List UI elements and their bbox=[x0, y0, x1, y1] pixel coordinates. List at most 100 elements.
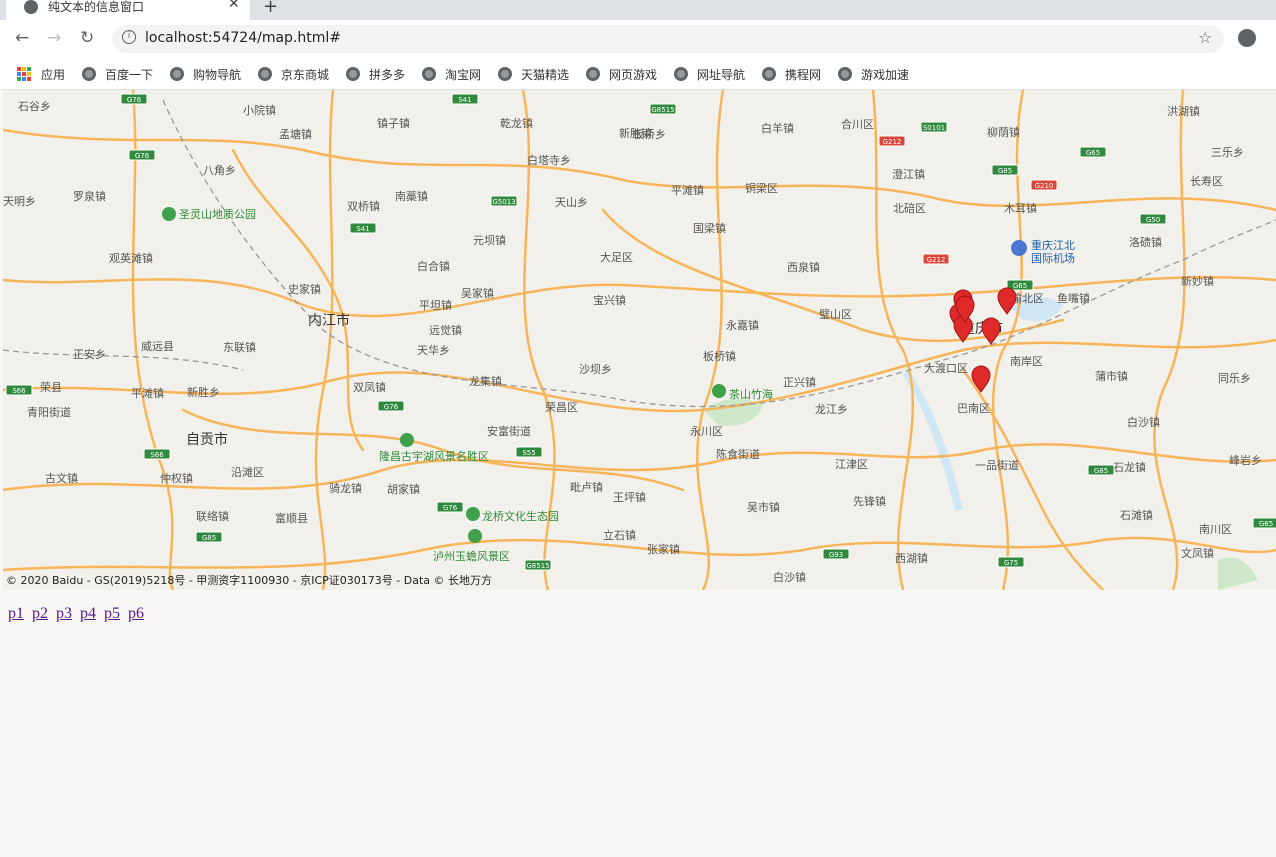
bookmark-label: 应用 bbox=[41, 67, 66, 82]
district-label: 荣县 bbox=[40, 381, 62, 394]
town-label: 新胜乡 bbox=[187, 385, 220, 399]
town-label: 文凤镇 bbox=[1181, 546, 1214, 560]
town-label: 双桥镇 bbox=[347, 199, 380, 213]
park-icon bbox=[468, 529, 482, 543]
town-labels: 小院镇孟塘镇八角乡罗泉镇观英滩镇 镇子镇 乾龙镇白塔寺乡天山乡 南藁镇双桥镇元坝镇白合… bbox=[3, 100, 1262, 584]
town-label: 天明乡 bbox=[3, 195, 36, 208]
city-label: 内江市 bbox=[308, 312, 350, 329]
town-label: 石龙镇 bbox=[1113, 460, 1146, 474]
globe-icon bbox=[346, 67, 360, 81]
town-label: 立石镇 bbox=[603, 528, 636, 542]
poi-label: 龙桥文化生态园 bbox=[482, 509, 559, 523]
link-p2[interactable]: p2 bbox=[32, 605, 48, 622]
town-label: 三乐乡 bbox=[1211, 146, 1244, 159]
town-label: 东联镇 bbox=[223, 340, 256, 354]
map-canvas[interactable]: 内江市 自贡市 重庆市 合川区 铜梁区 北碚区 大足区 璧山区 荣昌区 永川区 … bbox=[3, 90, 1276, 590]
svg-text:G50: G50 bbox=[1146, 216, 1160, 224]
bookmark-item[interactable]: 游戏加速 bbox=[838, 64, 909, 84]
town-label: 双凤镇 bbox=[353, 380, 386, 394]
forward-icon[interactable]: → bbox=[47, 28, 61, 48]
bookmark-item[interactable]: 购物导航 bbox=[170, 64, 241, 84]
town-label: 天华乡 bbox=[417, 343, 450, 357]
highway-network bbox=[3, 90, 1276, 590]
bookmark-apps[interactable]: 应用 bbox=[17, 64, 65, 84]
highway-shield: G76 bbox=[128, 149, 156, 161]
back-icon[interactable]: ← bbox=[15, 28, 29, 48]
highway-shield: G65 bbox=[1252, 517, 1276, 529]
town-label: 同乐乡 bbox=[1218, 372, 1251, 385]
bookmark-item[interactable]: 天猫精选 bbox=[498, 64, 569, 84]
town-label: 仲权镇 bbox=[160, 471, 193, 485]
town-label: 南藁镇 bbox=[395, 189, 428, 203]
town-label: 骑龙镇 bbox=[329, 481, 362, 495]
globe-icon bbox=[422, 67, 436, 81]
town-label: 平坦镇 bbox=[419, 298, 452, 312]
district-label: 江津区 bbox=[835, 458, 868, 471]
town-label: 正安乡 bbox=[73, 347, 106, 361]
link-p3[interactable]: p3 bbox=[56, 605, 72, 622]
town-label: 张家镇 bbox=[647, 542, 680, 556]
browser-toolbar: ← → ↻ i localhost:54724/map.html# ☆ bbox=[0, 20, 1276, 58]
star-icon[interactable]: ☆ bbox=[1198, 28, 1212, 47]
svg-text:G85: G85 bbox=[1094, 467, 1108, 475]
info-icon[interactable]: i bbox=[122, 30, 136, 44]
globe-icon bbox=[762, 67, 776, 81]
svg-text:G212: G212 bbox=[883, 138, 902, 146]
svg-text:G8515: G8515 bbox=[651, 106, 674, 114]
district-label: 南岸区 bbox=[1010, 355, 1043, 368]
globe-icon bbox=[258, 67, 272, 81]
highway-shield: G85 bbox=[1087, 464, 1115, 476]
highway-shield: S66 bbox=[143, 448, 171, 460]
bookmark-item[interactable]: 网页游戏 bbox=[586, 64, 657, 84]
town-label: 罗泉镇 bbox=[73, 189, 106, 203]
address-url[interactable]: localhost:54724/map.html# bbox=[145, 30, 341, 46]
bookmark-item[interactable]: 京东商城 bbox=[258, 64, 329, 84]
town-label: 天山乡 bbox=[555, 196, 588, 209]
town-label: 白合镇 bbox=[417, 259, 450, 273]
link-p6[interactable]: p6 bbox=[128, 605, 144, 622]
park-icon bbox=[400, 433, 414, 447]
profile-icon[interactable] bbox=[1238, 29, 1256, 47]
town-label: 宝兴镇 bbox=[593, 293, 626, 307]
bookmark-item[interactable]: 拼多多 bbox=[346, 64, 405, 84]
town-label: 平滩镇 bbox=[131, 386, 164, 400]
svg-text:S41: S41 bbox=[356, 225, 369, 233]
district-label: 璧山区 bbox=[819, 307, 852, 321]
plus-icon[interactable]: + bbox=[263, 0, 278, 17]
map-copyright: © 2020 Baidu - GS(2019)5218号 - 甲测资字11009… bbox=[6, 574, 493, 587]
town-label: 石谷乡 bbox=[18, 100, 51, 113]
bookmark-item[interactable]: 百度一下 bbox=[82, 64, 153, 84]
bookmark-item[interactable]: 携程网 bbox=[762, 64, 821, 84]
district-label: 威远县 bbox=[141, 340, 174, 353]
address-bar[interactable]: i localhost:54724/map.html# ☆ bbox=[112, 25, 1224, 53]
globe-icon bbox=[24, 0, 38, 14]
map-marker-pin-icon[interactable] bbox=[981, 317, 1001, 345]
active-tab[interactable]: 纯文本的信息窗口 ✕ bbox=[6, 0, 250, 20]
baidu-map[interactable]: 内江市 自贡市 重庆市 合川区 铜梁区 北碚区 大足区 璧山区 荣昌区 永川区 … bbox=[3, 90, 1276, 590]
park-icon bbox=[466, 507, 480, 521]
town-label: 观英滩镇 bbox=[109, 251, 153, 265]
bookmark-label: 游戏加速 bbox=[861, 67, 910, 82]
svg-text:G5013: G5013 bbox=[492, 198, 515, 206]
bookmark-item[interactable]: 淘宝网 bbox=[422, 64, 481, 84]
link-p5[interactable]: p5 bbox=[104, 605, 120, 622]
highway-shield: G75 bbox=[997, 556, 1025, 568]
town-label: 鱼嘴镇 bbox=[1057, 291, 1090, 305]
district-label: 北碚区 bbox=[893, 201, 926, 215]
bookmark-label: 网页游戏 bbox=[609, 67, 658, 82]
globe-icon bbox=[838, 67, 852, 81]
poi-label: 隆昌古宇湖风景名胜区 bbox=[379, 449, 489, 463]
town-label: 青阳街道 bbox=[27, 405, 71, 419]
close-tab-icon[interactable]: ✕ bbox=[228, 0, 240, 12]
bookmark-item[interactable]: 网址导航 bbox=[674, 64, 745, 84]
town-label: 西湖镇 bbox=[895, 551, 928, 565]
reload-icon[interactable]: ↻ bbox=[80, 28, 94, 48]
link-p1[interactable]: p1 bbox=[8, 605, 24, 622]
apps-grid-icon bbox=[17, 67, 31, 81]
town-label: 白羊镇 bbox=[761, 121, 794, 135]
highway-shield: G76 bbox=[377, 400, 405, 412]
district-label: 长寿区 bbox=[1190, 174, 1223, 188]
town-label: 元坝镇 bbox=[473, 233, 506, 247]
link-p4[interactable]: p4 bbox=[80, 605, 96, 622]
svg-text:S66: S66 bbox=[12, 387, 26, 395]
